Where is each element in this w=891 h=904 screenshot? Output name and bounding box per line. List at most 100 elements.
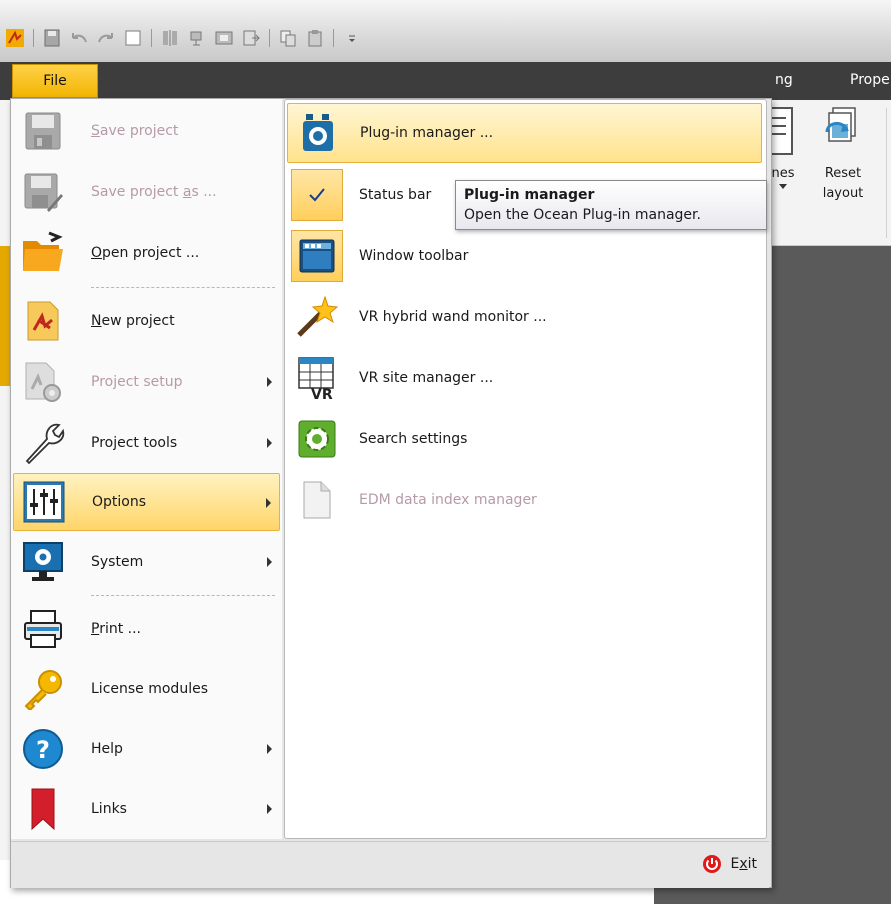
menu-item-save-project[interactable]: Save project <box>13 102 280 160</box>
menu-item-label: Save project <box>91 123 179 139</box>
file-tab[interactable]: File <box>12 64 98 98</box>
menu-item-project-setup[interactable]: Project setup <box>13 353 280 411</box>
paste-icon[interactable] <box>306 29 324 47</box>
ribbon-button-label: Reset <box>824 166 862 181</box>
submenu-arrow-icon <box>267 438 272 448</box>
redo-icon[interactable] <box>97 29 115 47</box>
ribbon-group-separator <box>886 108 887 238</box>
submenu-item-label: Search settings <box>359 431 468 447</box>
folder-open-icon <box>13 224 73 282</box>
menu-item-print[interactable]: Print ... <box>13 600 280 658</box>
vr-grid-icon: VR <box>287 349 347 407</box>
menu-separator <box>91 595 275 596</box>
menu-item-help[interactable]: ? Help <box>13 720 280 778</box>
ribbon-button-label-line2: layout <box>822 186 864 201</box>
submenu-item-label: Status bar <box>359 187 432 203</box>
qat-separator <box>33 29 34 47</box>
floppy-pencil-icon <box>13 163 73 221</box>
copy-icon[interactable] <box>279 29 297 47</box>
menu-item-label: New project <box>91 313 175 329</box>
sliders-icon <box>14 473 74 531</box>
submenu-arrow-icon <box>266 498 271 508</box>
submenu-item-label: Window toolbar <box>359 248 469 264</box>
undo-icon[interactable] <box>70 29 88 47</box>
left-accent <box>0 246 10 386</box>
file-menu-left-column: Save project Save project as ... Open pr… <box>11 99 282 839</box>
menu-item-options[interactable]: Options <box>13 473 280 531</box>
menu-item-label: Options <box>92 494 147 510</box>
search-settings-gear-icon <box>287 410 347 468</box>
window-toolbar-toggle <box>287 227 347 285</box>
menu-item-label: Project setup <box>91 374 183 390</box>
export-icon[interactable] <box>242 29 260 47</box>
ribbon-tab-properties[interactable]: Prope <box>850 72 890 88</box>
save-icon[interactable] <box>43 29 61 47</box>
model-icon[interactable] <box>188 29 206 47</box>
qat-separator <box>333 29 334 47</box>
exit-label: Exit <box>730 856 757 872</box>
project-setup-icon <box>13 353 73 411</box>
exit-button[interactable]: Exit <box>702 854 757 874</box>
reset-layout-button[interactable]: Reset layout <box>818 104 868 204</box>
submenu-item-label: VR site manager ... <box>359 370 494 386</box>
blank-doc-icon[interactable] <box>124 29 142 47</box>
key-icon <box>13 660 73 718</box>
menu-item-open-project[interactable]: Open project ... <box>13 224 280 282</box>
plugin-manager-icon <box>288 104 348 162</box>
menu-item-label: Help <box>91 741 123 757</box>
menu-item-links[interactable]: Links <box>13 780 280 838</box>
panes-icon <box>768 107 793 155</box>
menu-item-save-project-as[interactable]: Save project as ... <box>13 163 280 221</box>
submenu-item-plugin-manager[interactable]: Plug-in manager ... <box>287 103 762 163</box>
file-tab-label: File <box>43 73 67 89</box>
bookmark-icon <box>13 780 73 838</box>
menu-item-new-project[interactable]: New project <box>13 292 280 350</box>
qat-separator <box>269 29 270 47</box>
new-project-icon <box>13 292 73 350</box>
submenu-arrow-icon <box>267 557 272 567</box>
menu-item-label: Save project as ... <box>91 184 217 200</box>
menu-item-license-modules[interactable]: License modules <box>13 660 280 718</box>
menu-item-label: Open project ... <box>91 245 200 261</box>
submenu-item-label: VR hybrid wand monitor ... <box>359 309 547 325</box>
menu-item-label: Links <box>91 801 127 817</box>
menu-item-label: Print ... <box>91 621 142 637</box>
file-menu-footer: Exit <box>11 841 769 888</box>
quick-access-toolbar <box>6 20 361 56</box>
customize-icon[interactable] <box>343 29 361 47</box>
check-icon <box>291 169 343 221</box>
wrench-icon <box>13 414 73 472</box>
tooltip-description: Open the Ocean Plug-in manager. <box>464 207 701 223</box>
title-bar <box>0 0 891 62</box>
power-icon <box>703 855 722 873</box>
menu-item-system[interactable]: System <box>13 533 280 591</box>
menu-item-label: System <box>91 554 144 570</box>
menu-separator <box>91 287 275 288</box>
menu-item-project-tools[interactable]: Project tools <box>13 414 280 472</box>
align-icon[interactable] <box>161 29 179 47</box>
plugin-manager-tooltip: Plug-in manager Open the Ocean Plug-in m… <box>455 180 767 230</box>
submenu-item-search-settings[interactable]: Search settings <box>287 410 762 468</box>
reset-layout-icon <box>825 107 856 142</box>
app-logo-icon[interactable] <box>6 29 24 47</box>
submenu-arrow-icon <box>267 744 272 754</box>
submenu-item-vr-site-manager[interactable]: VR VR site manager ... <box>287 349 762 407</box>
submenu-item-window-toolbar[interactable]: Window toolbar <box>287 227 762 285</box>
status-bar-toggle <box>287 166 347 224</box>
magic-wand-icon <box>287 288 347 346</box>
monitor-gear-icon <box>13 533 73 591</box>
submenu-arrow-icon <box>267 377 272 387</box>
ribbon-button-label: nes <box>771 166 795 181</box>
submenu-item-vr-hybrid-wand-monitor[interactable]: VR hybrid wand monitor ... <box>287 288 762 346</box>
ribbon-tab-partial[interactable]: ng <box>775 72 793 88</box>
film-icon[interactable] <box>215 29 233 47</box>
submenu-item-label: EDM data index manager <box>359 492 537 508</box>
ribbon-button-panes[interactable]: nes <box>768 104 798 190</box>
submenu-item-label: Plug-in manager ... <box>360 125 494 141</box>
submenu-item-edm-data-index-manager[interactable]: EDM data index manager <box>287 471 762 529</box>
svg-text:?: ? <box>36 736 50 764</box>
blank-page-icon <box>287 471 347 529</box>
printer-icon <box>13 600 73 658</box>
help-icon: ? <box>13 720 73 778</box>
submenu-arrow-icon <box>267 804 272 814</box>
